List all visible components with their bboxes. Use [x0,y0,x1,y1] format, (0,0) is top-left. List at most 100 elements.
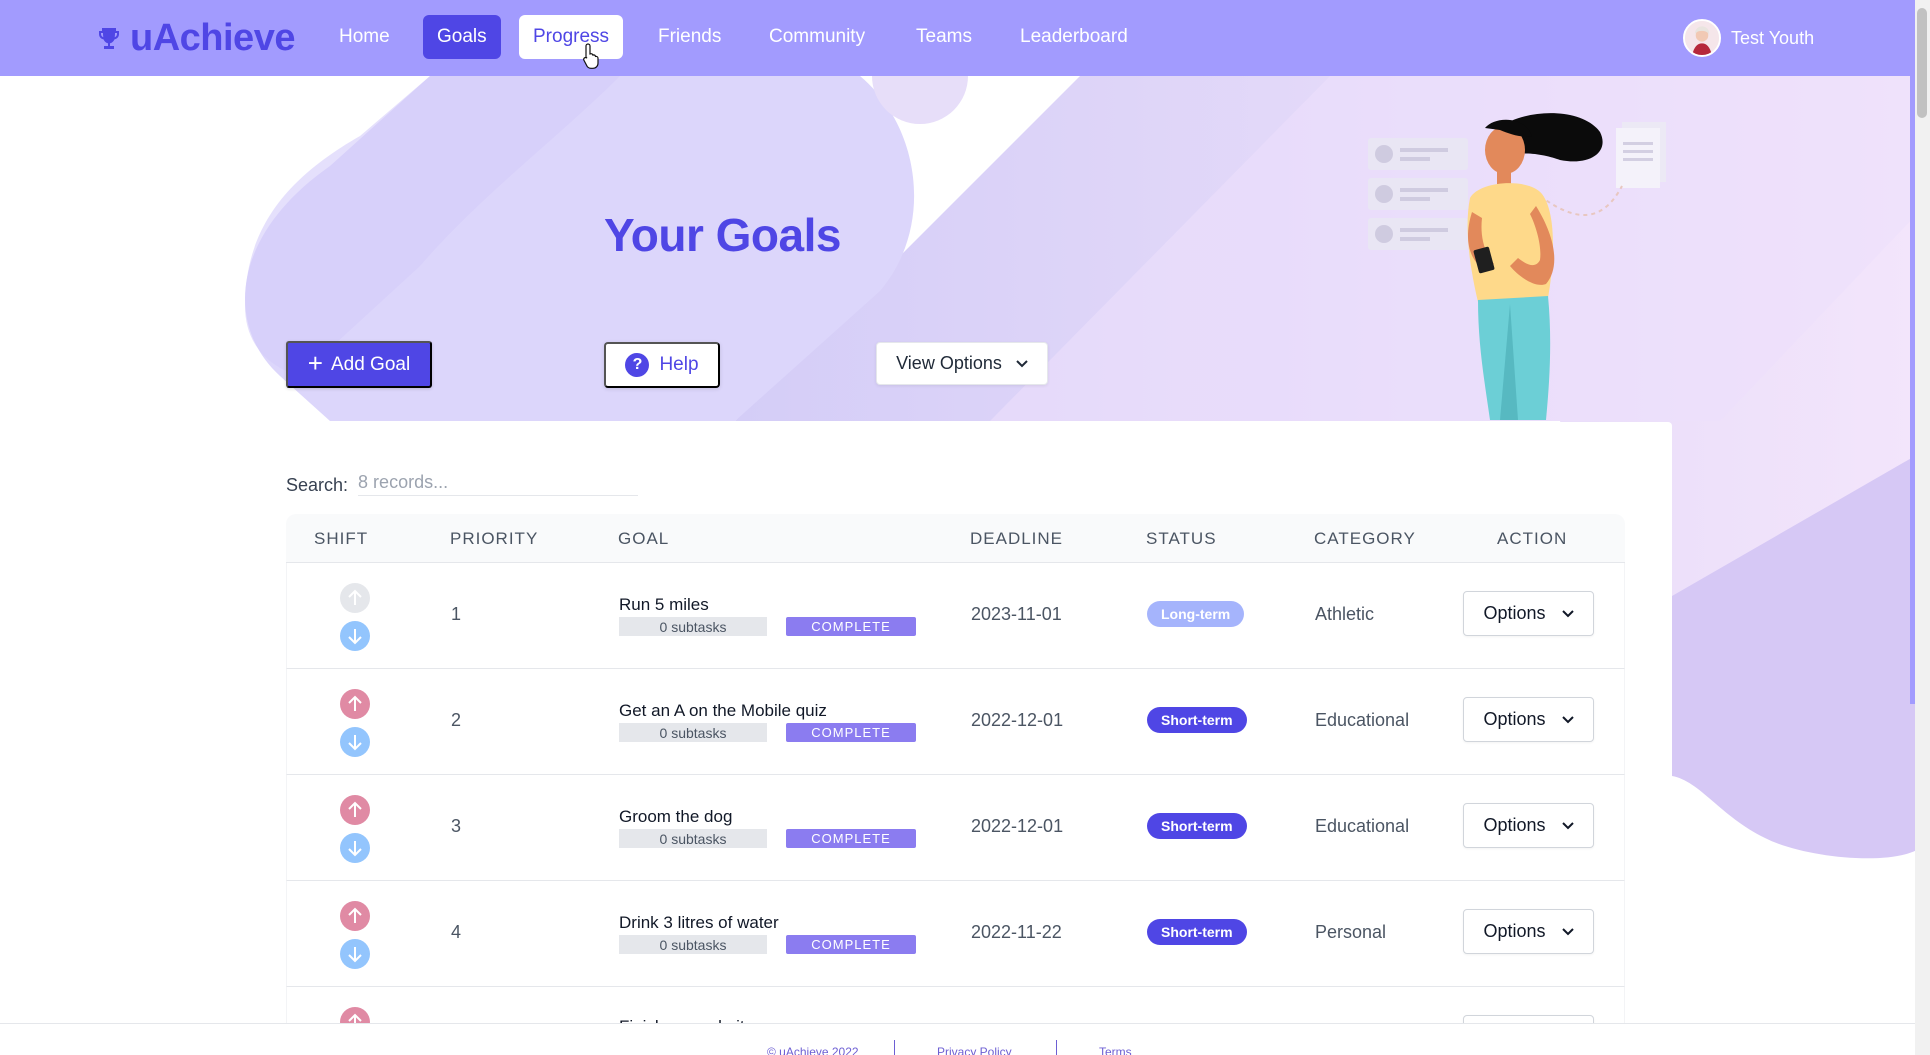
chevron-down-icon [1561,927,1574,935]
terms-link[interactable]: Terms [1099,1045,1132,1055]
footer-divider [894,1040,895,1055]
status-badge: Short-term [1147,707,1247,733]
subtasks-bar[interactable]: 0 subtasks [619,829,767,848]
arrow-up-icon [348,589,362,605]
table-row: 1 Run 5 miles 0 subtasks COMPLETE 2023-1… [286,563,1625,669]
table-row: 2 Get an A on the Mobile quiz 0 subtasks… [286,669,1625,775]
shift-up-button[interactable] [340,795,370,825]
nav-friends[interactable]: Friends [644,15,735,59]
footer-divider [1056,1040,1057,1055]
arrow-down-icon [348,947,362,963]
scrollbar[interactable] [1915,0,1930,1055]
goal-name[interactable]: Drink 3 litres of water [619,913,779,933]
user-menu[interactable]: Test Youth [1683,18,1814,58]
goal-name[interactable]: Get an A on the Mobile quiz [619,701,827,721]
table-header: SHIFT PRIORITY GOAL DEADLINE STATUS CATE… [286,514,1625,563]
arrow-up-icon [348,907,362,923]
column-header-shift[interactable]: SHIFT [314,529,368,549]
deadline-value: 2022-12-01 [971,816,1064,836]
chevron-down-icon [1561,821,1574,829]
user-name: Test Youth [1731,27,1815,48]
search-input[interactable] [358,470,639,496]
goal-name[interactable]: Run 5 miles [619,595,709,615]
shift-down-button[interactable] [340,939,370,969]
view-options-label: View Options [896,353,1002,373]
chevron-down-icon [1561,609,1574,617]
scrollbar-thumb[interactable] [1917,8,1927,118]
nav-community[interactable]: Community [755,15,879,59]
privacy-policy-link[interactable]: Privacy Policy [937,1045,1012,1055]
brand-name: uAchieve [130,16,295,59]
shift-down-button[interactable] [340,727,370,757]
column-header-action: ACTION [1497,529,1568,548]
status-badge: Short-term [1147,919,1247,945]
options-label: Options [1483,815,1546,835]
nav-teams[interactable]: Teams [902,15,986,59]
priority-value: 1 [451,604,462,624]
avatar-portrait-icon [1685,21,1719,55]
footer-copyright: © uAchieve 2022 [767,1045,859,1055]
avatar [1683,19,1721,57]
category-value: Athletic [1315,604,1375,624]
category-value: Educational [1315,710,1410,730]
complete-badge: COMPLETE [786,935,916,954]
search-bar: Search: [286,470,639,496]
nav-leaderboard[interactable]: Leaderboard [1006,15,1142,59]
column-header-goal[interactable]: GOAL [618,529,669,549]
view-options-dropdown[interactable]: View Options [876,342,1048,385]
options-dropdown[interactable]: Options [1463,803,1594,848]
arrow-up-icon [348,695,362,711]
category-value: Educational [1315,816,1410,836]
nav-progress[interactable]: Progress [519,15,624,59]
question-circle-icon: ? [625,353,650,377]
shift-up-button[interactable] [340,901,370,931]
priority-value: 4 [451,922,462,942]
brand-logo[interactable]: uAchieve [98,14,295,62]
chevron-down-icon [1016,359,1028,367]
complete-badge: COMPLETE [786,723,916,742]
column-header-priority[interactable]: PRIORITY [450,529,538,549]
shift-down-button[interactable] [340,833,370,863]
goal-name[interactable]: Groom the dog [619,807,732,827]
shift-up-button[interactable] [340,583,370,613]
subtasks-bar[interactable]: 0 subtasks [619,617,767,636]
deadline-value: 2022-11-22 [971,922,1062,942]
deadline-value: 2022-12-01 [971,710,1064,730]
options-dropdown[interactable]: Options [1463,697,1594,742]
column-header-deadline[interactable]: DEADLINE [970,529,1063,549]
help-button[interactable]: ? Help [604,342,720,388]
arrow-down-icon [348,629,362,645]
priority-value: 2 [451,710,462,730]
add-goal-button[interactable]: + Add Goal [286,341,432,388]
table-row: 3 Groom the dog 0 subtasks COMPLETE 2022… [286,775,1625,881]
complete-badge: COMPLETE [786,617,916,636]
shift-down-button[interactable] [340,621,370,651]
nav-goals[interactable]: Goals [423,15,501,59]
trophy-icon [99,28,119,49]
table-row: 4 Drink 3 litres of water 0 subtasks COM… [286,881,1625,987]
goals-table: SHIFT PRIORITY GOAL DEADLINE STATUS CATE… [286,514,1625,1055]
priority-value: 3 [451,816,462,836]
column-header-category[interactable]: CATEGORY [1314,529,1416,549]
deadline-value: 2023-11-01 [971,604,1062,624]
options-dropdown[interactable]: Options [1463,909,1594,954]
shift-up-button[interactable] [340,689,370,719]
status-badge: Short-term [1147,813,1247,839]
options-label: Options [1483,921,1546,941]
footer: © uAchieve 2022 Privacy Policy Terms [0,1023,1915,1055]
arrow-down-icon [348,735,362,751]
subtasks-bar[interactable]: 0 subtasks [619,723,767,742]
status-badge: Long-term [1147,601,1245,627]
nav-home[interactable]: Home [325,15,404,59]
column-header-status[interactable]: STATUS [1146,529,1217,549]
top-navbar: uAchieve Home Goals Progress Friends Com… [0,0,1930,76]
add-goal-label: Add Goal [330,353,411,375]
hand-pointer-icon [583,43,599,69]
search-label: Search: [286,475,349,495]
hero-illustration [1368,113,1666,420]
arrow-up-icon [348,801,362,817]
plus-icon: + [307,348,323,378]
subtasks-bar[interactable]: 0 subtasks [619,935,767,954]
chevron-down-icon [1561,715,1574,723]
options-dropdown[interactable]: Options [1463,591,1594,636]
